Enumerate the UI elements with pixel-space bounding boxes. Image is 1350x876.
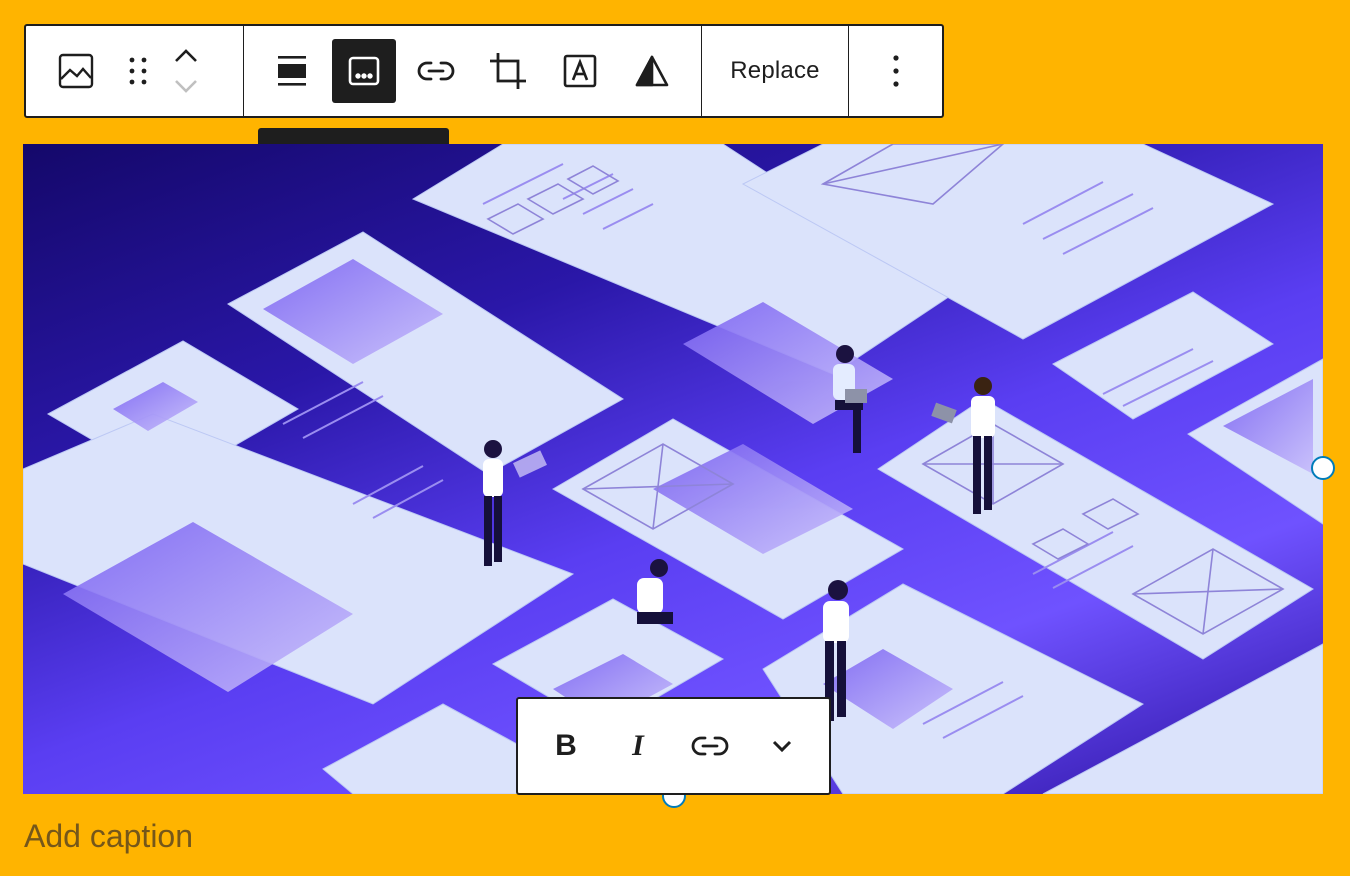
caption-icon[interactable] [332, 39, 396, 103]
text-overlay-icon[interactable] [548, 39, 612, 103]
link-icon[interactable] [678, 714, 742, 778]
crop-icon[interactable] [476, 39, 540, 103]
more-vertical-icon[interactable] [864, 39, 928, 103]
chevron-down-icon[interactable] [173, 71, 199, 101]
resize-handle-right[interactable] [1311, 456, 1335, 480]
italic-button[interactable]: I [606, 714, 670, 778]
format-toolbar: B I [516, 697, 831, 795]
image-tools-group [244, 26, 702, 116]
chevron-up-icon[interactable] [173, 41, 199, 71]
block-toolbar: Replace [24, 24, 944, 118]
caption-input[interactable]: Add caption [24, 818, 193, 855]
person-4 [637, 559, 673, 624]
block-mover [164, 39, 208, 103]
chevron-down-icon[interactable] [750, 714, 814, 778]
block-switcher-group [26, 26, 244, 116]
replace-group: Replace [702, 26, 849, 116]
replace-button[interactable]: Replace [730, 57, 819, 85]
image-icon[interactable] [44, 39, 108, 103]
options-group [849, 26, 942, 116]
link-icon[interactable] [404, 39, 468, 103]
bold-button[interactable]: B [534, 714, 598, 778]
duotone-icon[interactable] [620, 39, 684, 103]
drag-handle-icon[interactable] [116, 39, 160, 103]
align-icon[interactable] [260, 39, 324, 103]
